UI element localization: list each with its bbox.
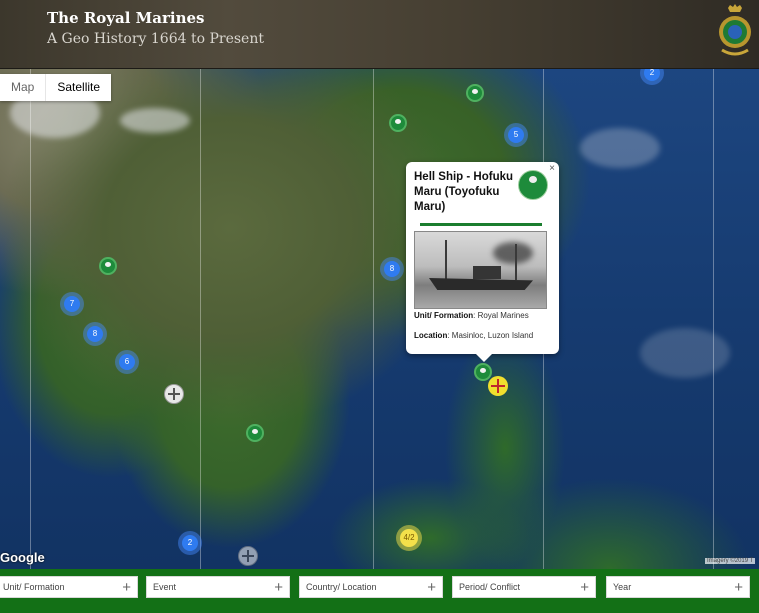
ship-hull: [429, 278, 533, 290]
close-icon[interactable]: ×: [549, 163, 555, 174]
filter-unit-formation[interactable]: Unit/ Formation +: [0, 576, 138, 598]
map-type-control: Map Satellite: [0, 74, 112, 101]
popup-unit-label: Unit/ Formation: [414, 311, 474, 320]
map-marker[interactable]: [246, 424, 264, 442]
imagery-attribution[interactable]: Imagery ©2019 T: [705, 558, 756, 564]
google-logo: Google: [0, 550, 45, 565]
popup-divider: [420, 223, 542, 226]
ship-mast: [515, 244, 517, 280]
popup-location-row: Location: Masinloc, Luzon Island: [414, 331, 534, 340]
filter-label: Country/ Location: [306, 582, 377, 592]
info-popup: × Hell Ship - Hofuku Maru (Toyofuku Maru…: [406, 162, 559, 362]
plus-icon[interactable]: +: [427, 577, 436, 598]
longitude-line: [200, 68, 201, 569]
filter-bar: Unit/ Formation + Event + Country/ Locat…: [0, 569, 759, 613]
popup-unit-row: Unit/ Formation: Royal Marines: [414, 311, 529, 320]
ship-mast: [445, 240, 447, 280]
filter-label: Period/ Conflict: [459, 582, 521, 592]
longitude-line: [30, 68, 31, 569]
map-view-button[interactable]: Map: [0, 74, 45, 101]
map-marker[interactable]: [99, 257, 117, 275]
cloud-texture: [640, 328, 730, 378]
plus-icon[interactable]: +: [122, 577, 131, 598]
filter-event[interactable]: Event +: [146, 576, 290, 598]
app-title: The Royal Marines: [47, 9, 205, 27]
map-marker[interactable]: [389, 114, 407, 132]
filter-year[interactable]: Year +: [606, 576, 750, 598]
marker-cluster[interactable]: 7: [64, 296, 80, 312]
marker-cluster[interactable]: 5: [508, 127, 524, 143]
popup-location-label: Location: [414, 331, 448, 340]
unit-badge-icon: [518, 170, 548, 200]
plus-icon[interactable]: +: [734, 577, 743, 598]
plus-icon[interactable]: +: [274, 577, 283, 598]
satellite-view-button[interactable]: Satellite: [45, 74, 111, 101]
app-header: The Royal Marines A Geo History 1664 to …: [0, 0, 759, 69]
map-marker[interactable]: [466, 84, 484, 102]
medical-cross-marker[interactable]: [488, 376, 508, 396]
royal-marines-crest-icon: [719, 4, 751, 56]
filter-country-location[interactable]: Country/ Location +: [299, 576, 443, 598]
filter-label: Year: [613, 582, 632, 592]
longitude-line: [713, 68, 714, 569]
marker-cluster[interactable]: 6: [119, 354, 135, 370]
cloud-texture: [580, 128, 660, 168]
popup-title: Hell Ship - Hofuku Maru (Toyofuku Maru): [414, 171, 514, 213]
plus-icon[interactable]: +: [580, 577, 589, 598]
filter-label: Unit/ Formation: [3, 582, 65, 592]
marker-cluster[interactable]: 2: [182, 535, 198, 551]
satellite-map[interactable]: 2 5 8 7 8 6 2 4/2: [0, 68, 759, 569]
cloud-texture: [120, 108, 190, 133]
popup-unit-value: Royal Marines: [477, 311, 529, 320]
longitude-line: [373, 68, 374, 569]
ship-photo: [414, 231, 547, 309]
marker-cluster[interactable]: 2: [644, 68, 660, 81]
marker-cluster[interactable]: 8: [87, 326, 103, 342]
marker-cluster-yellow[interactable]: 4/2: [400, 529, 418, 547]
memorial-cross-marker[interactable]: [238, 546, 258, 566]
popup-location-value: Masinloc, Luzon Island: [451, 331, 534, 340]
filter-period-conflict[interactable]: Period/ Conflict +: [452, 576, 596, 598]
memorial-cross-marker[interactable]: [164, 384, 184, 404]
app-subtitle: A Geo History 1664 to Present: [47, 31, 264, 47]
filter-label: Event: [153, 582, 177, 592]
ship-smoke: [493, 242, 533, 264]
marker-cluster[interactable]: 8: [384, 261, 400, 277]
map-marker-selected[interactable]: [474, 363, 492, 381]
ship-superstructure: [473, 266, 501, 279]
